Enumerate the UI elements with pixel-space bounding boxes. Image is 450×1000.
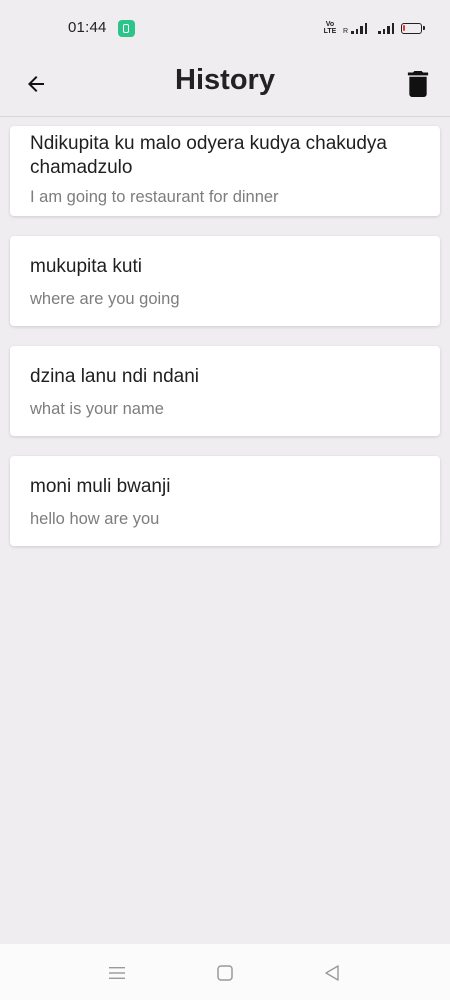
history-item-source: dzina lanu ndi ndani — [30, 366, 200, 387]
app-notification-icon — [118, 20, 135, 37]
status-bar: 01:44 Vo LTE R — [0, 0, 450, 56]
signal-icon-sim2 — [378, 22, 394, 34]
history-item-source: mukupita kuti — [30, 256, 142, 277]
screen: 01:44 Vo LTE R History Ndikupita ku malo… — [0, 0, 450, 1000]
menu-icon — [109, 967, 125, 979]
history-item[interactable]: moni muli bwanji hello how are you — [10, 456, 440, 546]
history-item-translation: hello how are you — [30, 510, 160, 528]
roaming-indicator: R — [342, 27, 348, 35]
system-nav-bar — [0, 944, 450, 1000]
delete-history-button[interactable] — [400, 66, 436, 102]
triangle-back-icon — [325, 965, 339, 981]
battery-icon — [401, 22, 425, 34]
volte-icon: Vo LTE — [323, 21, 337, 35]
history-list: Ndikupita ku malo odyera kudya chakudya … — [10, 126, 440, 566]
signal-icon-sim1 — [351, 22, 367, 34]
battery-level — [403, 24, 405, 31]
history-item[interactable]: dzina lanu ndi ndani what is your name — [10, 346, 440, 436]
square-home-icon — [217, 965, 233, 981]
status-time: 01:44 — [68, 19, 107, 36]
history-item-source: moni muli bwanji — [30, 476, 171, 497]
recent-apps-button[interactable] — [106, 962, 128, 984]
history-item-translation: what is your name — [30, 400, 164, 418]
page-title: History — [175, 64, 275, 96]
status-indicators: Vo LTE R — [322, 18, 425, 38]
app-bar: History — [0, 56, 450, 117]
history-item-translation: I am going to restaurant for dinner — [30, 188, 279, 206]
home-button[interactable] — [214, 962, 236, 984]
system-back-button[interactable] — [321, 962, 343, 984]
history-item[interactable]: mukupita kuti where are you going — [10, 236, 440, 326]
history-item-source: Ndikupita ku malo odyera kudya chakudya … — [30, 133, 387, 178]
trash-icon — [407, 71, 429, 97]
history-item-translation: where are you going — [30, 290, 180, 308]
history-item[interactable]: Ndikupita ku malo odyera kudya chakudya … — [10, 126, 440, 216]
